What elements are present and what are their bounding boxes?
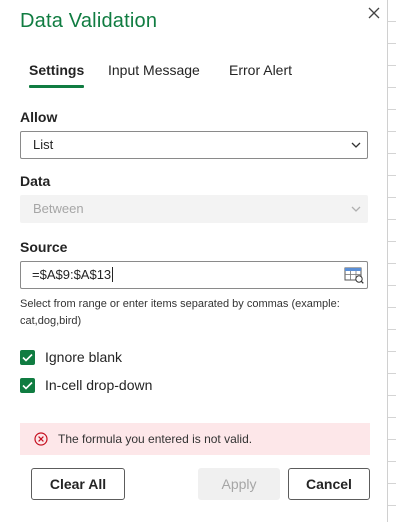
in-cell-dropdown-label: In-cell drop-down xyxy=(45,377,153,393)
apply-button[interactable]: Apply xyxy=(198,468,280,500)
error-circle-icon xyxy=(34,432,48,446)
source-label: Source xyxy=(20,239,68,255)
range-select-icon[interactable] xyxy=(344,266,364,284)
tab-error-alert[interactable]: Error Alert xyxy=(229,62,292,88)
close-icon[interactable] xyxy=(364,3,384,23)
allow-select[interactable]: List xyxy=(20,131,368,159)
checkmark-icon xyxy=(20,377,35,393)
tab-settings[interactable]: Settings xyxy=(29,62,85,88)
dialog-title: Data Validation xyxy=(20,10,158,32)
source-input[interactable]: =$A$9:$A$13 xyxy=(20,261,368,289)
ignore-blank-checkbox[interactable]: Ignore blank xyxy=(20,348,122,366)
tab-input-message[interactable]: Input Message xyxy=(108,62,200,88)
error-message-text: The formula you entered is not valid. xyxy=(58,432,253,446)
allow-select-value: List xyxy=(33,137,54,152)
source-input-value: =$A$9:$A$13 xyxy=(32,267,112,282)
data-validation-dialog: Data Validation Settings Input Message E… xyxy=(0,0,387,522)
checkmark-icon xyxy=(20,349,35,365)
cancel-button[interactable]: Cancel xyxy=(288,468,370,500)
source-help-text: Select from range or enter items separat… xyxy=(20,298,340,327)
clear-all-button[interactable]: Clear All xyxy=(31,468,125,500)
ignore-blank-label: Ignore blank xyxy=(45,349,123,365)
chevron-down-icon xyxy=(351,142,361,148)
data-select: Between xyxy=(20,195,368,223)
allow-label: Allow xyxy=(20,109,58,125)
data-label: Data xyxy=(20,173,51,189)
error-message-bar: The formula you entered is not valid. xyxy=(20,423,370,455)
chevron-down-icon xyxy=(351,206,361,212)
text-caret xyxy=(112,267,114,282)
data-select-value: Between xyxy=(33,201,84,216)
in-cell-dropdown-checkbox[interactable]: In-cell drop-down xyxy=(20,376,152,394)
spreadsheet-grid-edge xyxy=(387,0,396,522)
